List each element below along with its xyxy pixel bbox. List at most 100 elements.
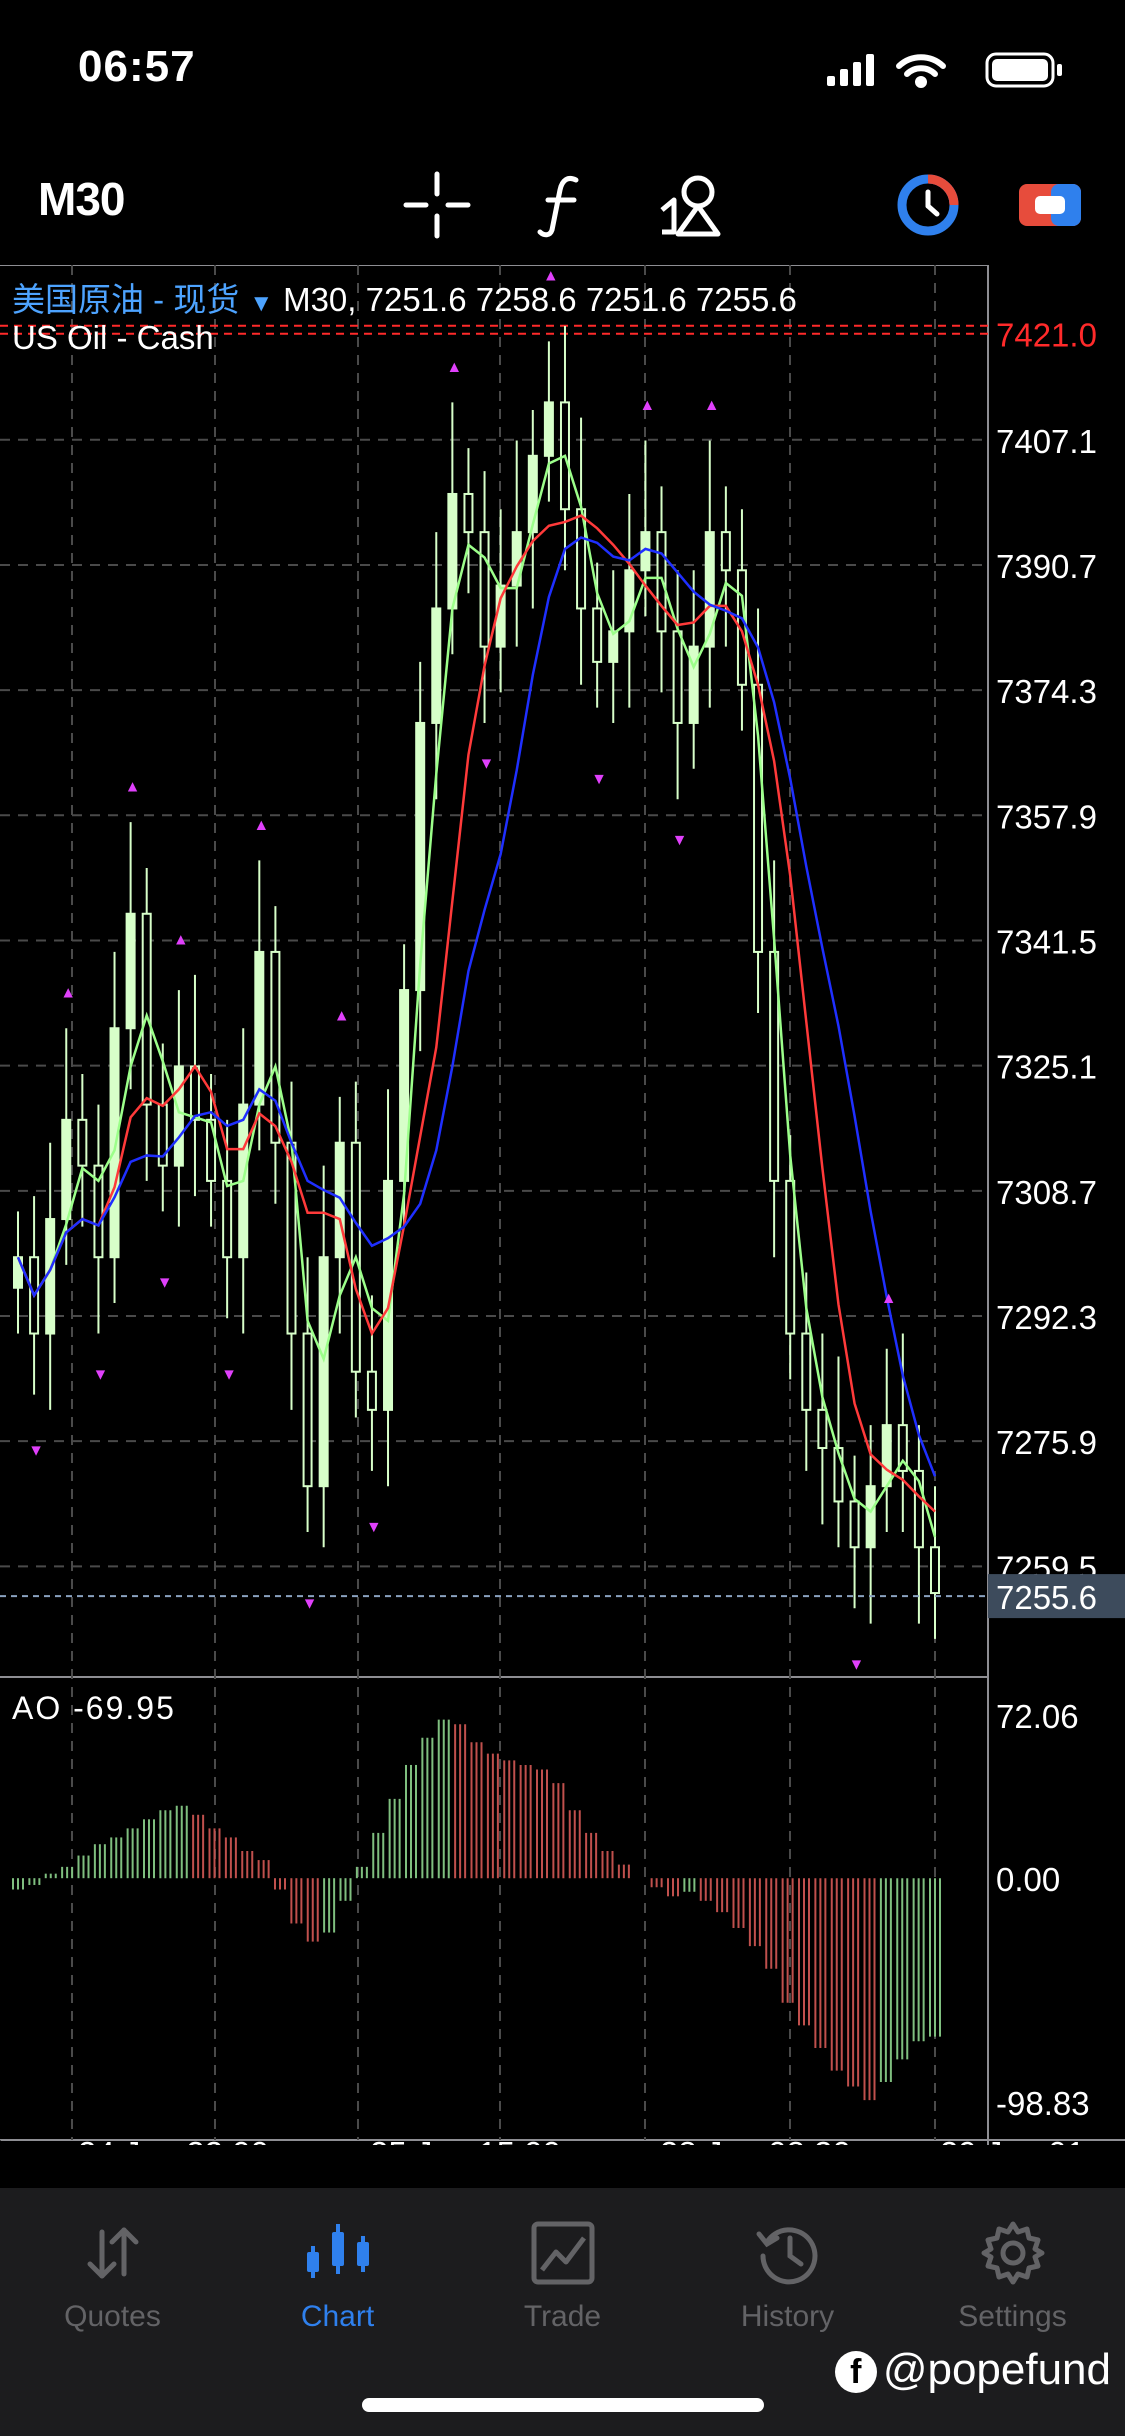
ao-tick-label: 72.06 xyxy=(996,1698,1079,1735)
candle-body xyxy=(463,492,474,534)
weibo-logo-icon: f xyxy=(834,2351,877,2394)
trade-toggle-icon[interactable] xyxy=(1015,170,1085,240)
candle-body xyxy=(189,1065,200,1121)
fractal-up: ▲ xyxy=(881,1290,897,1307)
time-tick-label: 24 Jun 22:00 xyxy=(78,2135,269,2145)
indicator-f-icon[interactable] xyxy=(528,170,598,240)
fractal-down: ▼ xyxy=(221,1366,237,1383)
chart-toolbar: M30 xyxy=(0,150,1125,250)
symbol-name[interactable]: 美国原油 - 现货 xyxy=(12,281,239,318)
tab-history-label: History xyxy=(740,2300,835,2333)
timeframe-cycle-icon[interactable] xyxy=(893,170,963,240)
price-tick-label: 7357.9 xyxy=(996,798,1097,835)
current-price-label: 7255.6 xyxy=(996,1579,1097,1616)
ma-mid-line xyxy=(16,514,936,1513)
fractal-down: ▼ xyxy=(849,1656,865,1673)
candle-body xyxy=(865,1485,876,1549)
symbol-description: US Oil - Cash xyxy=(12,319,214,356)
fractal-down: ▼ xyxy=(92,1366,108,1383)
fractal-up: ▲ xyxy=(253,817,269,834)
price-tick-label: 7325.1 xyxy=(996,1049,1097,1086)
price-tick-label: 7407.1 xyxy=(996,423,1097,460)
candle-body xyxy=(801,1332,812,1411)
candle-body xyxy=(930,1546,940,1595)
home-indicator xyxy=(362,2398,764,2412)
crosshair-icon[interactable] xyxy=(402,170,472,240)
trade-icon xyxy=(531,2221,595,2285)
candle-body xyxy=(817,1408,828,1450)
watermark-text: @popefund xyxy=(882,2345,1111,2394)
wifi-icon xyxy=(896,54,946,88)
fractal-up: ▲ xyxy=(334,1008,350,1025)
price-tick-label: 7390.7 xyxy=(996,548,1097,585)
candle-body xyxy=(881,1424,892,1488)
status-time: 06:57 xyxy=(78,42,196,91)
candle-body xyxy=(77,1118,88,1167)
fractal-down: ▼ xyxy=(591,771,607,788)
candle-body xyxy=(672,630,683,724)
tab-trade[interactable]: Trade xyxy=(450,2208,675,2348)
price-tick-label: 7374.3 xyxy=(996,673,1097,710)
candle-body xyxy=(431,607,442,724)
ao-indicator-label: AO -69.95 xyxy=(12,1690,176,1726)
tab-trade-label: Trade xyxy=(523,2300,602,2333)
fractal-up: ▲ xyxy=(173,931,189,948)
ao-tick-label: 0.00 xyxy=(996,1861,1060,1898)
symbol-dropdown-icon[interactable]: ▼ xyxy=(249,290,273,317)
symbol-ohlc: M30, 7251.6 7258.6 7251.6 7255.6 xyxy=(283,281,797,318)
price-tick-label: 7308.7 xyxy=(996,1174,1097,1211)
fractal-down: ▼ xyxy=(672,832,688,849)
candle-body xyxy=(270,950,281,1144)
candle-body xyxy=(222,1179,233,1259)
history-icon xyxy=(756,2227,818,2285)
fractal-up: ▲ xyxy=(704,397,720,414)
tab-quotes-label: Quotes xyxy=(64,2300,161,2333)
time-tick-label: 29 Jun 01: xyxy=(940,2135,1094,2145)
ma-fast-line xyxy=(16,454,937,1538)
candle-body xyxy=(109,1027,120,1259)
time-tick-label: 28 Jun 08:30 xyxy=(660,2135,851,2145)
alert-price-label: 7421.0 xyxy=(996,317,1097,354)
fractal-down: ▼ xyxy=(157,1275,173,1292)
settings-icon xyxy=(981,2221,1045,2285)
price-tick-label: 7341.5 xyxy=(996,923,1097,960)
timeframe-button[interactable]: M30 xyxy=(38,172,125,226)
symbol-header[interactable]: 美国原油 - 现货 ▼ M30, 7251.6 7258.6 7251.6 7255… xyxy=(12,273,797,321)
tab-settings[interactable]: Settings xyxy=(900,2208,1125,2348)
ma-slow-line xyxy=(16,536,937,1477)
chart-area[interactable]: 7407.1 7390.7 7374.3 7357.9 7341.5 7325.1 7308… xyxy=(0,265,1125,2145)
battery-icon xyxy=(985,52,1062,88)
tab-quotes[interactable]: Quotes xyxy=(0,2208,225,2348)
fractal-down: ▼ xyxy=(366,1519,382,1536)
tab-chart[interactable]: Chart xyxy=(225,2208,450,2348)
candle-body xyxy=(592,607,603,663)
status-icons xyxy=(827,52,1062,88)
candle-body xyxy=(254,950,265,1106)
tab-history[interactable]: History xyxy=(675,2208,900,2348)
candle-body xyxy=(720,531,731,572)
candle-body xyxy=(849,1500,860,1549)
candle-body xyxy=(141,912,152,1106)
price-chart[interactable]: 7407.1 7390.7 7374.3 7357.9 7341.5 7325.1 7308… xyxy=(0,265,1125,2145)
fractal-up: ▲ xyxy=(60,985,76,1002)
price-tick-label: 7292.3 xyxy=(996,1299,1097,1336)
fractal-up: ▲ xyxy=(125,779,141,796)
candle-body xyxy=(366,1370,377,1411)
candle-body xyxy=(479,531,490,648)
candle-body xyxy=(173,1065,184,1167)
watermark: f @popefund xyxy=(834,2345,1111,2395)
candle-body xyxy=(302,1332,313,1488)
fractal-up: ▲ xyxy=(639,397,655,414)
price-tick-label: 7275.9 xyxy=(996,1424,1097,1461)
fractal-up: ▲ xyxy=(446,359,462,376)
fractal-down: ▼ xyxy=(28,1443,44,1460)
chart-icon xyxy=(307,2224,369,2278)
fractal-down: ▼ xyxy=(302,1595,318,1612)
candle-body xyxy=(447,492,458,610)
tab-settings-label: Settings xyxy=(958,2300,1067,2333)
candle-body xyxy=(785,1179,796,1335)
candle-body xyxy=(125,912,136,1030)
objects-icon[interactable] xyxy=(654,170,724,240)
candle-body xyxy=(608,630,619,663)
time-tick-label: 25 Jun 15:00 xyxy=(370,2135,561,2145)
